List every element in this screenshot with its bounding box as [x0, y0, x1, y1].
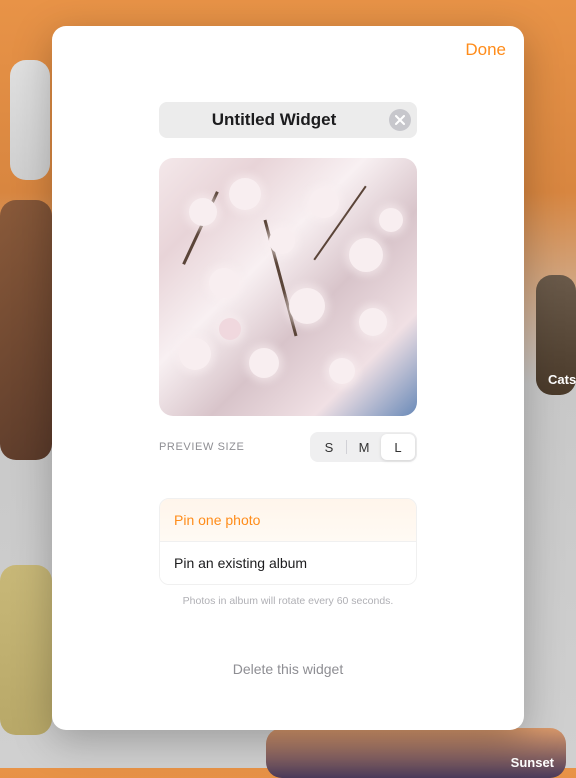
pin-options-list: Pin one photo Pin an existing album — [159, 498, 417, 585]
size-option-s[interactable]: S — [312, 434, 346, 460]
preview-size-label: PREVIEW SIZE — [159, 441, 244, 453]
size-option-m[interactable]: M — [347, 434, 381, 460]
done-button[interactable]: Done — [465, 40, 506, 60]
bg-album-tile-cats: Cats — [536, 275, 576, 395]
widget-title-text[interactable]: Untitled Widget — [159, 110, 389, 130]
bg-album-tile — [0, 565, 52, 735]
modal-content: Untitled Widget PREVIEW SIZE — [159, 102, 417, 679]
pin-existing-album-option[interactable]: Pin an existing album — [160, 542, 416, 584]
bg-album-tile-sunset: Sunset — [266, 728, 566, 778]
preview-size-row: PREVIEW SIZE S M L — [159, 432, 417, 462]
size-option-l[interactable]: L — [381, 434, 415, 460]
widget-title-field[interactable]: Untitled Widget — [159, 102, 417, 138]
widget-preview-image — [159, 158, 417, 416]
widget-settings-modal: Done Untitled Widget — [52, 26, 524, 730]
pin-one-photo-option[interactable]: Pin one photo — [160, 499, 416, 542]
size-segmented-control[interactable]: S M L — [310, 432, 417, 462]
rotation-hint-text: Photos in album will rotate every 60 sec… — [159, 595, 417, 607]
tile-label: Cats — [548, 372, 576, 387]
close-icon — [395, 115, 405, 125]
clear-title-button[interactable] — [389, 109, 411, 131]
delete-widget-button[interactable]: Delete this widget — [159, 661, 417, 677]
bg-album-tile — [10, 60, 50, 180]
bg-album-tile — [0, 200, 52, 460]
